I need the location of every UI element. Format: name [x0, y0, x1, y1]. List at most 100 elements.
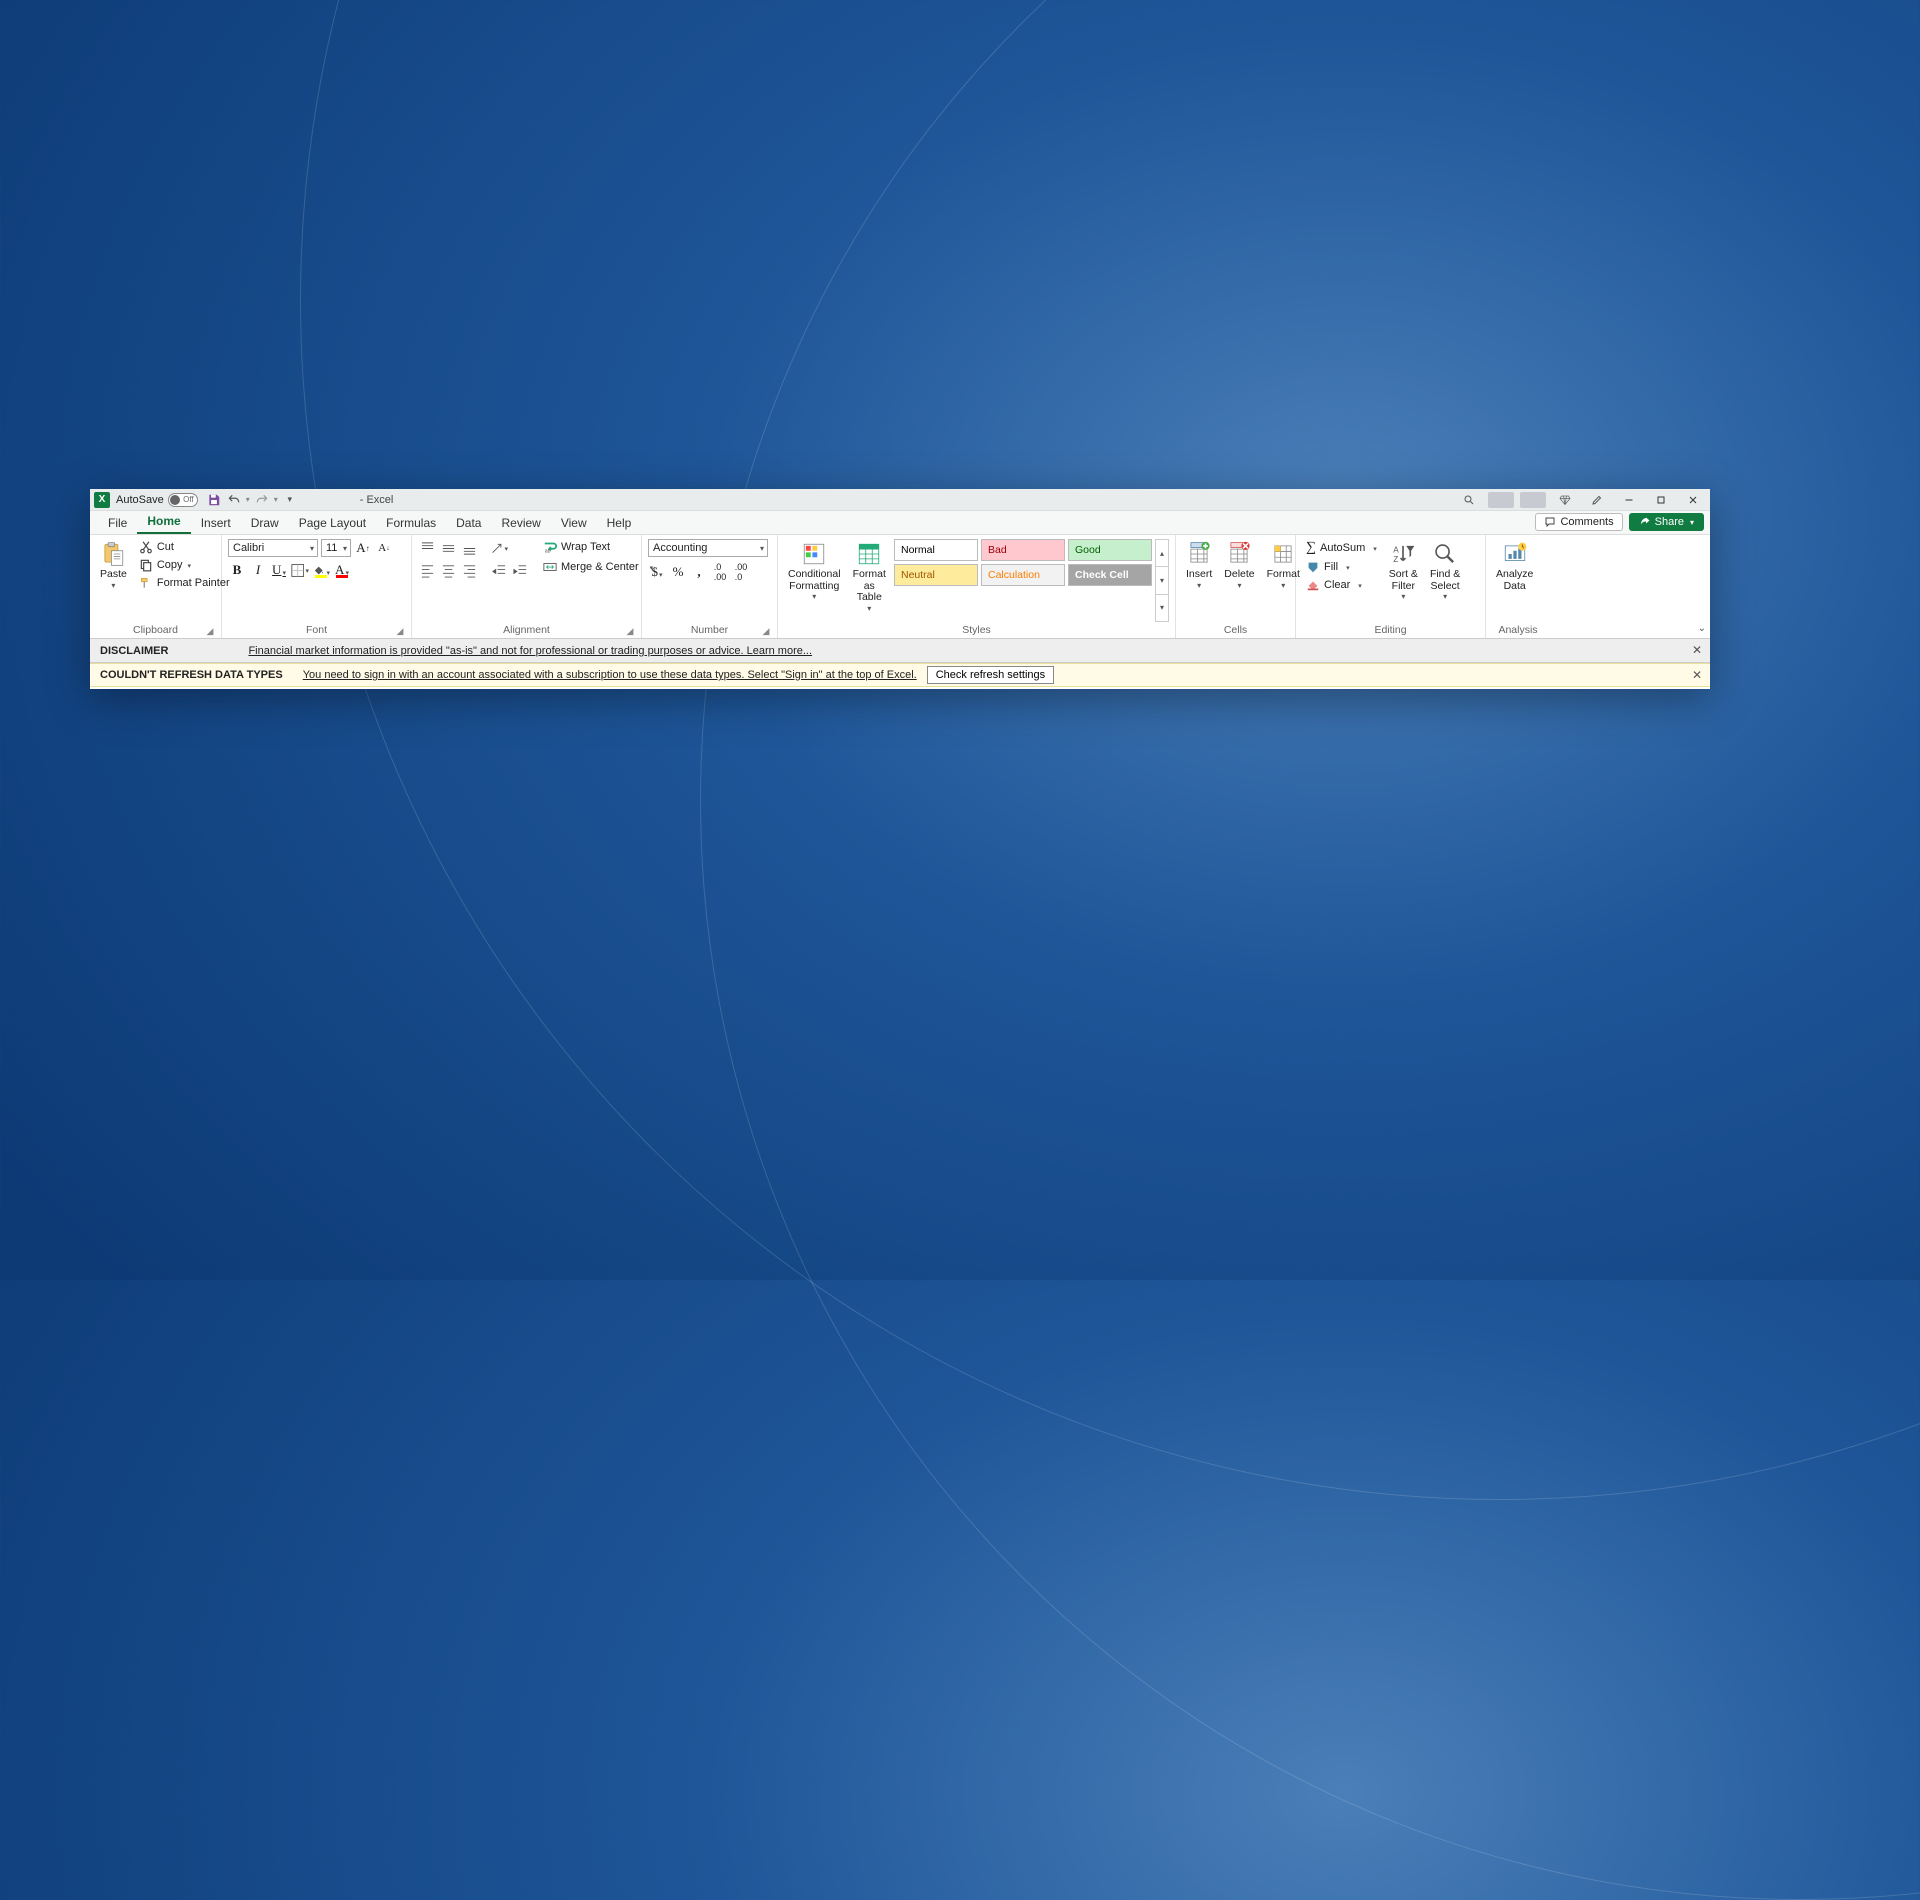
orientation-button[interactable]: [490, 539, 508, 557]
gallery-scroll[interactable]: ▴▾▾: [1155, 539, 1169, 622]
tab-draw[interactable]: Draw: [241, 512, 289, 534]
undo-icon[interactable]: [226, 492, 242, 508]
undo-caret[interactable]: ▾: [246, 495, 250, 504]
style-calculation[interactable]: Calculation: [981, 564, 1065, 586]
merge-center-button[interactable]: Merge & Center: [539, 559, 657, 575]
fill-color-button[interactable]: [312, 561, 330, 579]
account-placeholder[interactable]: [1488, 492, 1514, 508]
group-cells: Insert▾ Delete▾ Format▾ Cells: [1176, 535, 1296, 638]
refresh-warning-title: COULDN'T REFRESH DATA TYPES: [100, 669, 283, 681]
insert-cells-button[interactable]: Insert▾: [1182, 539, 1216, 622]
format-as-table-button[interactable]: Format asTable▾: [849, 539, 890, 622]
style-good[interactable]: Good: [1068, 539, 1152, 561]
clear-button[interactable]: Clear: [1302, 577, 1381, 593]
disclaimer-close-icon[interactable]: ✕: [1692, 643, 1702, 657]
autosum-button[interactable]: ∑AutoSum: [1302, 539, 1381, 557]
italic-button[interactable]: I: [249, 561, 267, 579]
ribbon: Paste▾ Cut Copy Format Painter: [90, 535, 1710, 639]
group-editing: ∑AutoSum Fill Clear AZ Sort &Filter▾ Fin…: [1296, 535, 1486, 638]
group-analysis: AnalyzeData Analysis: [1486, 535, 1550, 638]
style-normal[interactable]: Normal: [894, 539, 978, 561]
refresh-warning-link[interactable]: You need to sign in with an account asso…: [303, 669, 917, 681]
style-neutral[interactable]: Neutral: [894, 564, 978, 586]
percent-button[interactable]: %: [669, 563, 687, 581]
excel-window: X AutoSave Off ▾ ▾ ▾ - Excel: [90, 489, 1710, 689]
tab-home[interactable]: Home: [137, 510, 190, 534]
delete-cells-button[interactable]: Delete▾: [1220, 539, 1258, 622]
style-check-cell[interactable]: Check Cell: [1068, 564, 1152, 586]
increase-font-button[interactable]: A↑: [354, 539, 372, 557]
cell-styles-gallery: NormalBadGood NeutralCalculationCheck Cel…: [894, 539, 1152, 622]
align-left-button[interactable]: [418, 561, 436, 579]
borders-button[interactable]: [291, 561, 309, 579]
group-font: Calibri 11 A↑ A↓ B I U A Font◢: [222, 535, 412, 638]
search-icon[interactable]: [1456, 490, 1482, 510]
minimize-button[interactable]: [1616, 490, 1642, 510]
disclaimer-link[interactable]: Financial market information is provided…: [248, 645, 812, 657]
align-middle-button[interactable]: [439, 539, 457, 557]
increase-indent-button[interactable]: [511, 561, 529, 579]
align-bottom-button[interactable]: [460, 539, 478, 557]
qat-customize-icon[interactable]: ▾: [282, 492, 298, 508]
pen-icon[interactable]: [1584, 490, 1610, 510]
font-color-button[interactable]: A: [333, 561, 351, 579]
tab-page-layout[interactable]: Page Layout: [289, 512, 376, 534]
tab-file[interactable]: File: [98, 512, 137, 534]
number-dialog-launcher[interactable]: ◢: [761, 626, 771, 636]
decrease-decimal-button[interactable]: .00.0: [732, 563, 750, 581]
sort-filter-button[interactable]: AZ Sort &Filter▾: [1385, 539, 1422, 622]
share-button[interactable]: Share▾: [1629, 513, 1704, 531]
close-button[interactable]: [1680, 490, 1706, 510]
comments-button[interactable]: Comments: [1535, 513, 1622, 531]
align-top-button[interactable]: [418, 539, 436, 557]
font-size-combo[interactable]: 11: [321, 539, 351, 557]
tab-data[interactable]: Data: [446, 512, 491, 534]
comma-style-button[interactable]: ,: [690, 563, 708, 581]
decrease-font-button[interactable]: A↓: [375, 539, 393, 557]
svg-text:Z: Z: [1394, 555, 1399, 564]
font-name-combo[interactable]: Calibri: [228, 539, 318, 557]
group-styles: ConditionalFormatting▾ Format asTable▾ N…: [778, 535, 1176, 638]
align-right-button[interactable]: [460, 561, 478, 579]
autosave-toggle[interactable]: Off: [168, 493, 198, 507]
tab-formulas[interactable]: Formulas: [376, 512, 446, 534]
copy-button[interactable]: Copy: [135, 557, 234, 573]
autosave-label: AutoSave: [116, 494, 164, 506]
font-dialog-launcher[interactable]: ◢: [395, 626, 405, 636]
format-painter-button[interactable]: Format Painter: [135, 575, 234, 591]
svg-text:ab: ab: [545, 548, 551, 554]
accounting-format-button[interactable]: $: [648, 563, 666, 581]
save-icon[interactable]: [206, 492, 222, 508]
cut-button[interactable]: Cut: [135, 539, 234, 555]
clipboard-dialog-launcher[interactable]: ◢: [205, 626, 215, 636]
check-refresh-button[interactable]: Check refresh settings: [927, 666, 1054, 684]
style-bad[interactable]: Bad: [981, 539, 1065, 561]
refresh-warning-close-icon[interactable]: ✕: [1692, 668, 1702, 682]
ribbon-tabs: File Home Insert Draw Page Layout Formul…: [90, 511, 1710, 535]
disclaimer-title: DISCLAIMER: [100, 645, 168, 657]
tab-review[interactable]: Review: [491, 512, 550, 534]
alignment-dialog-launcher[interactable]: ◢: [625, 626, 635, 636]
increase-decimal-button[interactable]: .0.00: [711, 563, 729, 581]
find-select-button[interactable]: Find &Select▾: [1426, 539, 1464, 622]
fill-button[interactable]: Fill: [1302, 559, 1381, 575]
account-placeholder[interactable]: [1520, 492, 1546, 508]
titlebar: X AutoSave Off ▾ ▾ ▾ - Excel: [90, 489, 1710, 511]
bold-button[interactable]: B: [228, 561, 246, 579]
diamond-icon[interactable]: [1552, 490, 1578, 510]
analyze-data-button[interactable]: AnalyzeData: [1492, 539, 1537, 622]
redo-caret[interactable]: ▾: [274, 495, 278, 504]
tab-help[interactable]: Help: [597, 512, 642, 534]
align-center-button[interactable]: [439, 561, 457, 579]
wrap-text-button[interactable]: ab Wrap Text: [539, 539, 657, 555]
decrease-indent-button[interactable]: [490, 561, 508, 579]
conditional-formatting-button[interactable]: ConditionalFormatting▾: [784, 539, 845, 622]
redo-icon[interactable]: [254, 492, 270, 508]
number-format-combo[interactable]: Accounting: [648, 539, 768, 557]
tab-view[interactable]: View: [551, 512, 597, 534]
tab-insert[interactable]: Insert: [191, 512, 241, 534]
collapse-ribbon-button[interactable]: ⌄: [1698, 623, 1706, 634]
underline-button[interactable]: U: [270, 561, 288, 579]
maximize-button[interactable]: [1648, 490, 1674, 510]
paste-button[interactable]: Paste▾: [96, 539, 131, 622]
